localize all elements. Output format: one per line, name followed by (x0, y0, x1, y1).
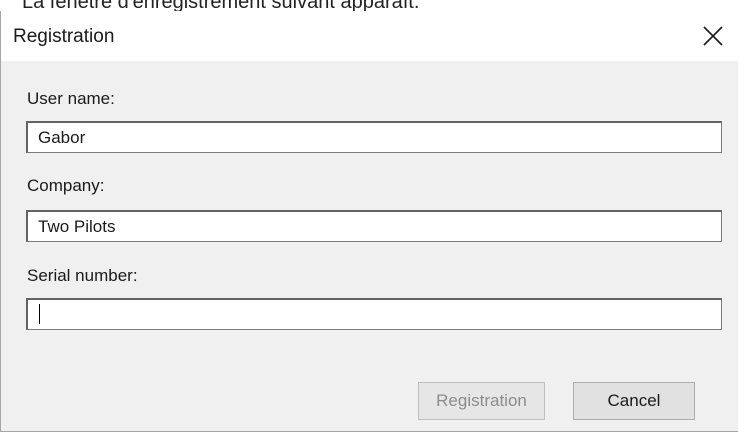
close-button[interactable] (698, 21, 728, 51)
dialog-body: User name: Company: Serial number: Regis… (1, 61, 738, 431)
company-field[interactable] (26, 210, 722, 242)
close-icon (703, 26, 723, 46)
registration-dialog: Registration User name: Company: Serial … (0, 11, 738, 432)
serial-number-label: Serial number: (27, 266, 138, 285)
user-name-label: User name: (27, 89, 115, 108)
dialog-title: Registration (13, 26, 115, 47)
user-name-field[interactable] (26, 121, 722, 153)
cancel-button[interactable]: Cancel (573, 382, 695, 420)
serial-number-field[interactable] (26, 298, 722, 330)
title-bar: Registration (1, 11, 738, 61)
registration-button[interactable]: Registration (418, 382, 545, 420)
company-label: Company: (27, 176, 105, 195)
text-caret (39, 304, 40, 324)
